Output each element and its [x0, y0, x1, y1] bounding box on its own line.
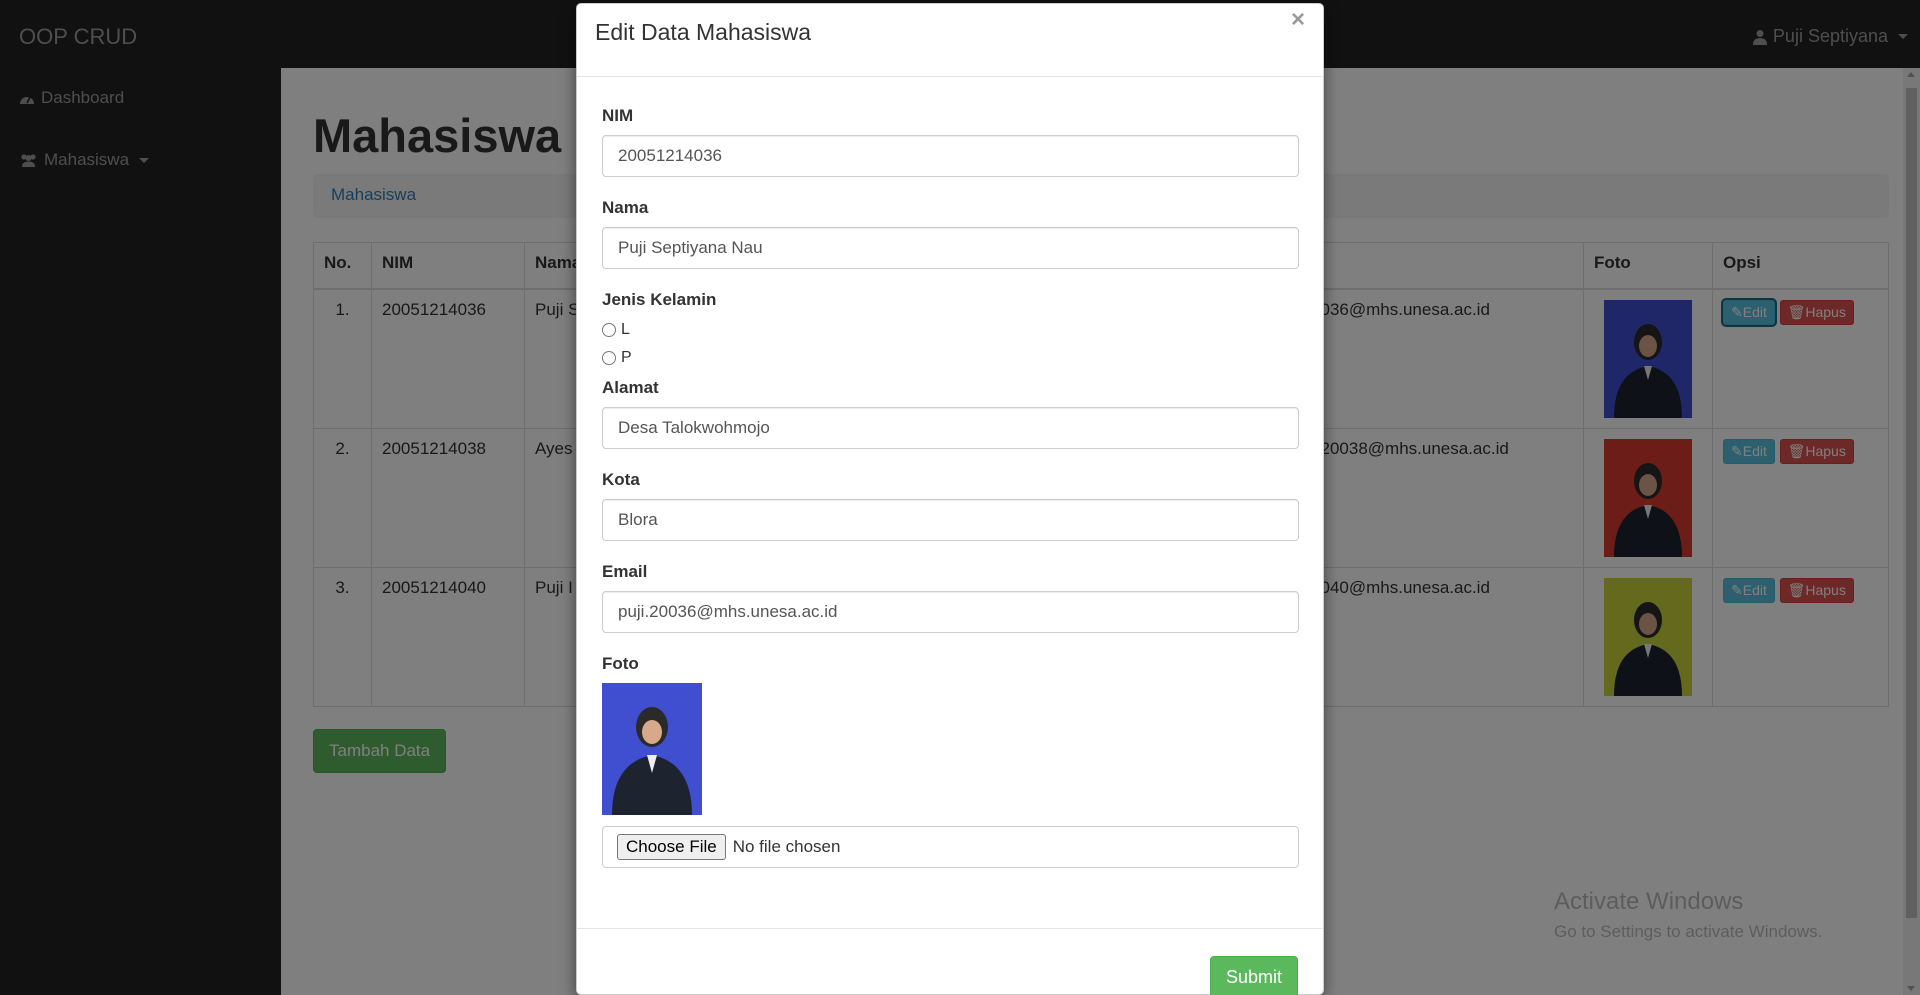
- file-status: No file chosen: [732, 837, 841, 856]
- kota-input[interactable]: [602, 499, 1299, 541]
- modal-title: Edit Data Mahasiswa: [595, 19, 812, 45]
- kota-label: Kota: [602, 470, 640, 489]
- alamat-input[interactable]: [602, 407, 1299, 449]
- modal-header: Edit Data Mahasiswa ×: [577, 4, 1323, 77]
- email-label: Email: [602, 562, 648, 581]
- jenis-kelamin-label: Jenis Kelamin: [602, 290, 717, 309]
- foto-label: Foto: [602, 654, 639, 673]
- modal-footer: Submit: [577, 928, 1323, 995]
- nama-label: Nama: [602, 198, 649, 217]
- alamat-label: Alamat: [602, 378, 659, 397]
- current-photo: [602, 683, 702, 815]
- choose-file-button[interactable]: Choose File: [617, 834, 726, 860]
- close-icon[interactable]: ×: [1291, 6, 1305, 34]
- nim-label: NIM: [602, 106, 634, 125]
- nim-input[interactable]: [602, 135, 1299, 177]
- gender-radio-p[interactable]: [602, 351, 616, 365]
- gender-radio-l[interactable]: [602, 323, 616, 337]
- email-input[interactable]: [602, 591, 1299, 633]
- file-input[interactable]: Choose File No file chosen: [602, 826, 1299, 868]
- gender-option-l[interactable]: L: [602, 321, 630, 339]
- submit-button[interactable]: Submit: [1209, 956, 1298, 995]
- nama-input[interactable]: [602, 227, 1299, 269]
- edit-modal: Edit Data Mahasiswa × NIM Nama Jenis Kel…: [576, 3, 1324, 995]
- gender-option-p[interactable]: P: [602, 349, 632, 367]
